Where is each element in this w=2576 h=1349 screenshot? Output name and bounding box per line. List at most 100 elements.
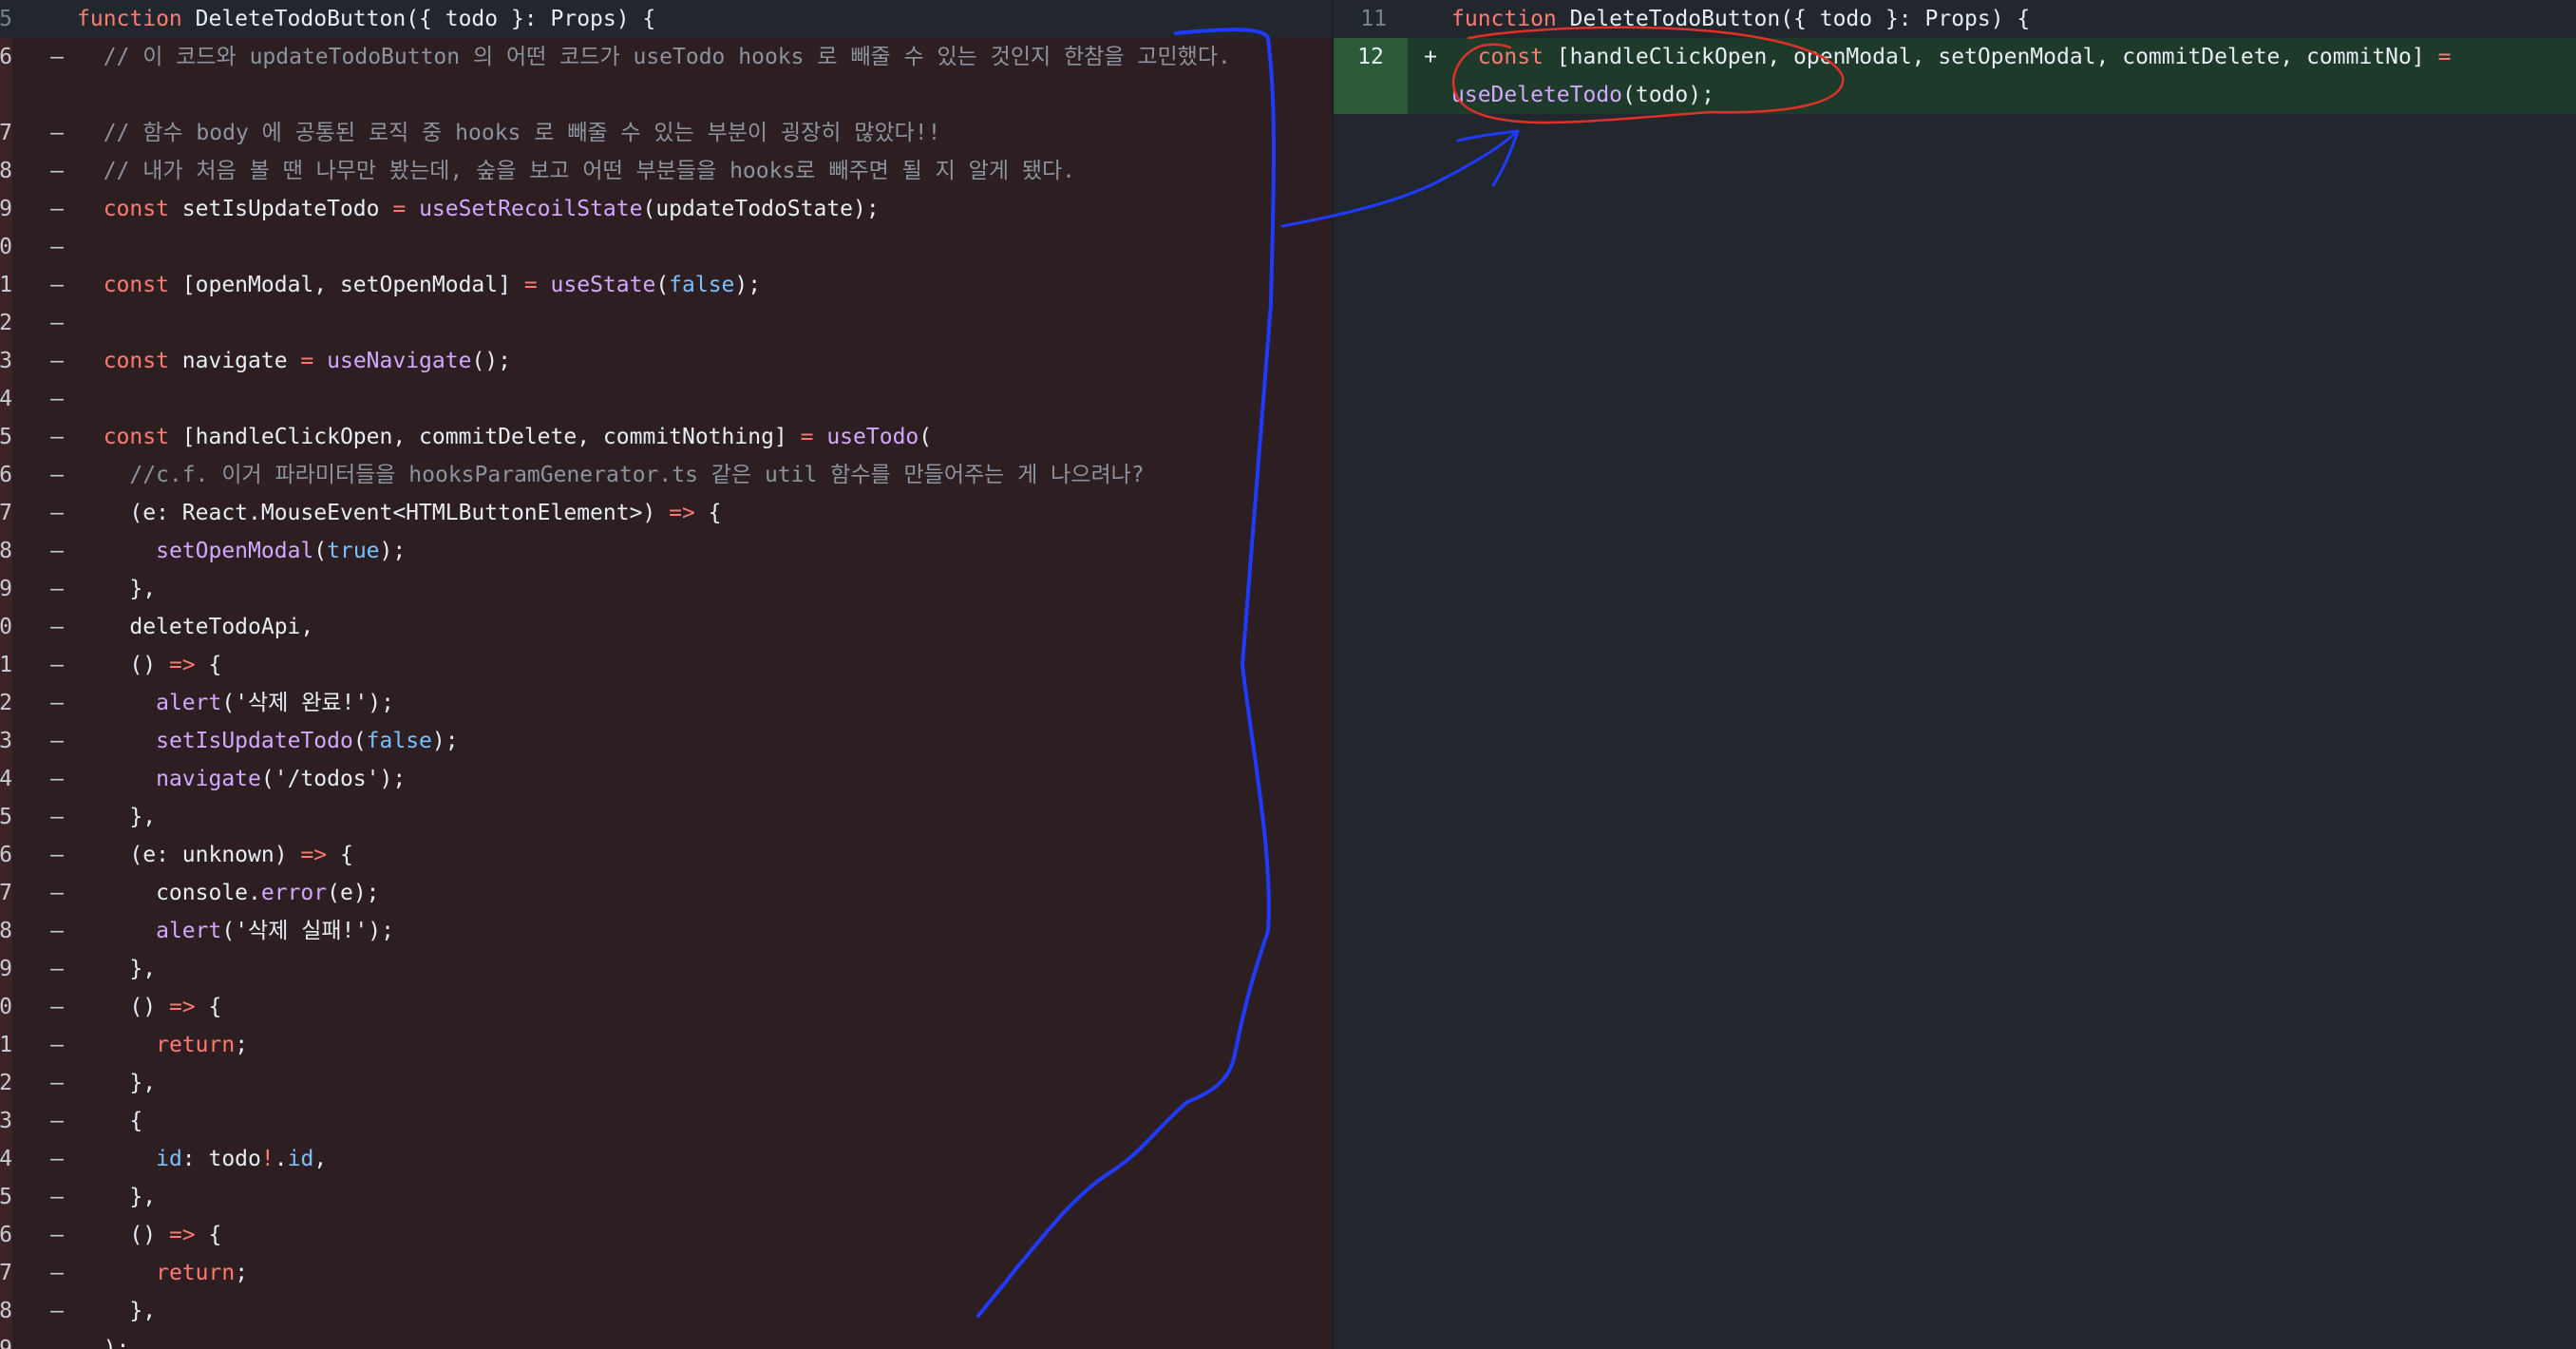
code-line: console.error(e);: [77, 874, 379, 912]
line-number[interactable]: 5: [0, 1178, 12, 1216]
code-token: [handleClickOpen, commitDelete, commitNo…: [181, 425, 801, 449]
line-number[interactable]: 0: [0, 608, 12, 646]
code-line: const [handleClickOpen, commitDelete, co…: [77, 418, 932, 456]
left-diff-row: 0 – () => {: [0, 988, 1332, 1026]
line-number[interactable]: [0, 76, 12, 114]
line-number[interactable]: 3: [0, 342, 12, 380]
line-number[interactable]: 3: [0, 1102, 12, 1140]
left-diff-row: 9 – const setIsUpdateTodo = useSetRecoilS…: [0, 190, 1332, 228]
line-number[interactable]: 7: [0, 874, 12, 912]
deleted-line-marker: –: [50, 957, 64, 981]
code-token: (: [919, 425, 933, 449]
added-line-marker: +: [1424, 45, 1437, 69]
line-number[interactable]: 7: [0, 1254, 12, 1292]
code-token: =: [523, 273, 551, 297]
line-number[interactable]: 3: [0, 722, 12, 760]
deleted-line-marker: –: [50, 463, 64, 487]
code-line: alert('삭제 완료!');: [77, 684, 394, 722]
line-number[interactable]: 6: [0, 836, 12, 874]
code-token: const: [103, 349, 182, 373]
left-diff-row: 4 – id: todo!.id,: [0, 1140, 1332, 1178]
code-token: alert: [156, 691, 222, 715]
deleted-line-marker: –: [50, 995, 64, 1019]
left-diff-row: 0 – deleteTodoApi,: [0, 608, 1332, 646]
line-number[interactable]: 9: [0, 190, 12, 228]
line-number[interactable]: 4: [0, 380, 12, 418]
code-line: id: todo!.id,: [77, 1140, 327, 1178]
code-token: useTodo: [826, 425, 919, 449]
code-token: const: [103, 425, 182, 449]
code-line: setOpenModal(true);: [77, 532, 406, 570]
line-number[interactable]: 1: [0, 1026, 12, 1064]
code-line: // 내가 처음 볼 땐 나무만 봤는데, 숲을 보고 어떤 부분들을 hook…: [77, 152, 1075, 190]
code-token: error: [260, 881, 328, 905]
code-line: () => {: [77, 646, 221, 684]
deleted-line-marker: –: [50, 425, 64, 449]
line-number[interactable]: 11: [1334, 0, 1387, 38]
code-token: setIsUpdateTodo: [156, 729, 353, 753]
line-number[interactable]: 8: [0, 532, 12, 570]
line-number[interactable]: 8: [0, 152, 12, 190]
code-token: return: [156, 1033, 236, 1057]
code-line: {: [77, 1102, 142, 1140]
code-line: (e: unknown) => {: [77, 836, 352, 874]
line-number[interactable]: 8: [0, 912, 12, 950]
line-number[interactable]: 6: [0, 1216, 12, 1254]
code-token: {: [77, 1109, 143, 1133]
line-number[interactable]: 1: [0, 266, 12, 304]
line-number[interactable]: 9: [0, 1330, 12, 1349]
line-number[interactable]: 9: [0, 950, 12, 988]
deleted-line-marker: –: [50, 273, 64, 297]
code-token: (: [352, 729, 367, 753]
deleted-line-marker: –: [50, 45, 64, 69]
line-number[interactable]: 2: [0, 1064, 12, 1102]
left-diff-row: 5 function DeleteTodoButton({ todo }: Pro…: [0, 0, 1332, 38]
line-number[interactable]: 1: [0, 646, 12, 684]
line-number[interactable]: 8: [0, 1292, 12, 1330]
deleted-line-marker: –: [50, 805, 64, 829]
deleted-line-marker: –: [50, 501, 64, 525]
code-token: },: [77, 957, 157, 981]
left-diff-row: 7 – return;: [0, 1254, 1332, 1292]
code-token: =: [300, 349, 328, 373]
code-token: );: [77, 1337, 130, 1349]
line-number[interactable]: 9: [0, 570, 12, 608]
right-diff-pane-added[interactable]: 11 function DeleteTodoButton({ todo }: Pr…: [1334, 0, 2576, 1349]
line-number[interactable]: 2: [0, 684, 12, 722]
code-token: [handleClickOpen, openModal, setOpenModa…: [1556, 45, 2438, 69]
left-diff-row: 9 – },: [0, 570, 1332, 608]
line-number[interactable]: 2: [0, 304, 12, 342]
line-number[interactable]: 7: [0, 114, 12, 152]
code-line: navigate('/todos');: [77, 760, 406, 798]
line-number[interactable]: 4: [0, 1140, 12, 1178]
code-line: // 함수 body 에 공통된 로직 중 hooks 로 빼줄 수 있는 부분…: [77, 114, 941, 152]
code-line: return;: [77, 1254, 248, 1292]
right-diff-row: 11 function DeleteTodoButton({ todo }: Pr…: [1334, 0, 2576, 38]
code-token: setIsUpdateTodo: [181, 197, 393, 221]
line-number[interactable]: 6: [0, 38, 12, 76]
left-diff-pane-deleted[interactable]: 5 function DeleteTodoButton({ todo }: Pro…: [0, 0, 1332, 1349]
line-number[interactable]: 12: [1334, 38, 1408, 114]
code-token: DeleteTodoButton: [1569, 7, 1781, 31]
code-token: true: [327, 539, 380, 563]
line-number[interactable]: 5: [0, 0, 12, 38]
line-number[interactable]: 0: [0, 988, 12, 1026]
line-number[interactable]: 5: [0, 798, 12, 836]
left-diff-row: 0–: [0, 228, 1332, 266]
line-number[interactable]: 0: [0, 228, 12, 266]
split-diff-view: 5 function DeleteTodoButton({ todo }: Pro…: [0, 0, 2576, 1349]
code-line: },: [77, 950, 156, 988]
code-line: setIsUpdateTodo(false);: [77, 722, 459, 760]
left-diff-row: 2 – alert('삭제 완료!');: [0, 684, 1332, 722]
deleted-line-marker: –: [50, 1147, 64, 1171]
line-number[interactable]: 6: [0, 456, 12, 494]
left-diff-row: 4 – navigate('/todos');: [0, 760, 1332, 798]
code-line: const navigate = useNavigate();: [77, 342, 511, 380]
line-number[interactable]: 7: [0, 494, 12, 532]
deleted-line-marker: –: [50, 919, 64, 943]
line-number[interactable]: 5: [0, 418, 12, 456]
line-number[interactable]: 4: [0, 760, 12, 798]
